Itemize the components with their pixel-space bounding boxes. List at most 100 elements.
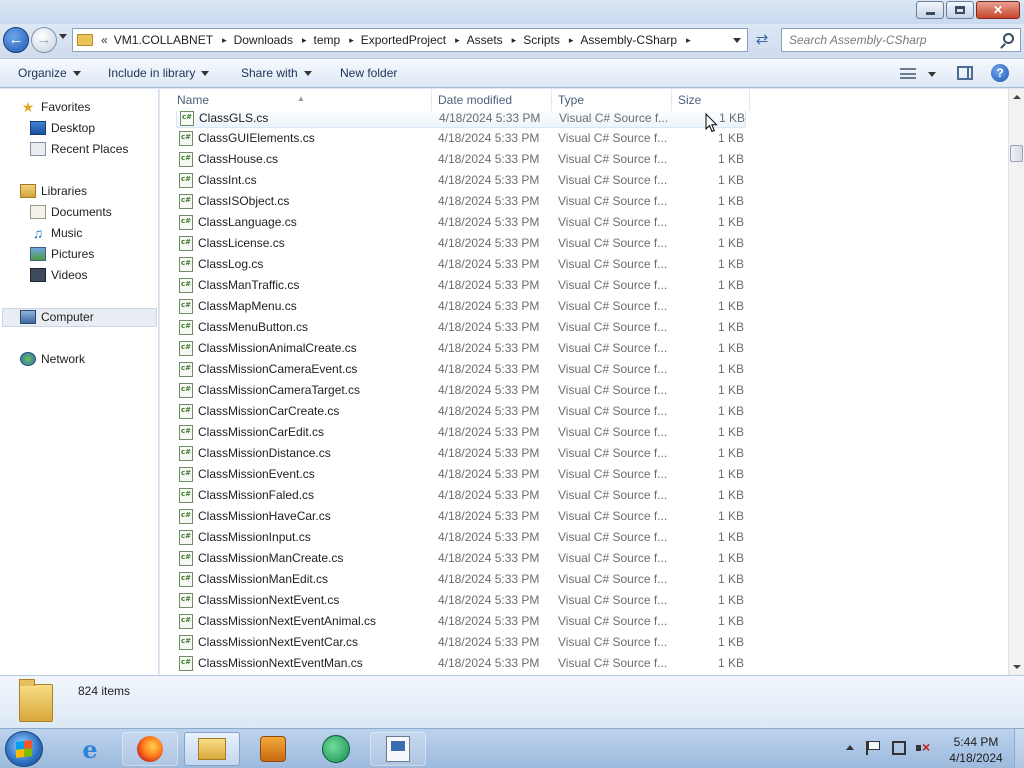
search-input[interactable] xyxy=(782,29,992,51)
nav-network[interactable]: Network xyxy=(20,350,85,368)
address-history-dropdown[interactable] xyxy=(733,38,741,43)
breadcrumb-separator-icon[interactable]: ▸ xyxy=(686,35,691,46)
column-header-name[interactable]: Name ▲ xyxy=(160,89,432,111)
file-date-modified: 4/18/2024 5:33 PM xyxy=(438,656,540,670)
breadcrumb-item[interactable]: VM1.COLLABNET ▸ xyxy=(114,33,234,47)
close-button[interactable]: ✕ xyxy=(976,1,1020,19)
file-row[interactable]: ClassManTraffic.cs 4/18/2024 5:33 PM Visua… xyxy=(176,275,746,296)
vertical-scrollbar[interactable] xyxy=(1008,89,1024,675)
file-row[interactable]: ClassMenuButton.cs 4/18/2024 5:33 PM Visua… xyxy=(176,317,746,338)
file-row[interactable]: ClassMissionHaveCar.cs 4/18/2024 5:33 PM V… xyxy=(176,506,746,527)
clock[interactable]: 5:44 PM 4/18/2024 xyxy=(940,734,1012,766)
file-row[interactable]: ClassMissionDistance.cs 4/18/2024 5:33 PM… xyxy=(176,443,746,464)
file-row[interactable]: ClassMissionNextEventCar.cs 4/18/2024 5:3… xyxy=(176,632,746,653)
nav-documents[interactable]: Documents xyxy=(30,203,112,221)
breadcrumb-separator-icon[interactable]: ▸ xyxy=(455,35,460,46)
nav-computer[interactable]: Computer xyxy=(20,308,94,326)
minimize-button[interactable] xyxy=(916,1,944,19)
organize-button[interactable]: Organize xyxy=(8,58,91,88)
address-bar[interactable]: « VM1.COLLABNET ▸ Downloads ▸ temp ▸ ExportedP… xyxy=(72,28,748,52)
file-size: 1 KB xyxy=(717,530,744,544)
breadcrumb-separator-icon[interactable]: ▸ xyxy=(569,35,574,46)
file-row[interactable]: ClassMissionCarCreate.cs 4/18/2024 5:33 P… xyxy=(176,401,746,422)
preview-pane-icon[interactable] xyxy=(957,66,973,80)
file-row[interactable]: ClassMissionEvent.cs 4/18/2024 5:33 PM Vis… xyxy=(176,464,746,485)
breadcrumb-separator-icon[interactable]: ▸ xyxy=(349,35,354,46)
taskbar-green-app[interactable] xyxy=(308,732,364,766)
file-size: 1 KB xyxy=(717,152,744,166)
scroll-up-icon[interactable] xyxy=(1013,95,1021,99)
file-row[interactable]: ClassMissionManCreate.cs 4/18/2024 5:33 P… xyxy=(176,548,746,569)
nav-videos[interactable]: Videos xyxy=(30,266,87,284)
taskbar-windows-explorer[interactable] xyxy=(184,732,240,766)
forward-button[interactable]: → xyxy=(31,27,57,53)
start-button[interactable] xyxy=(5,731,43,767)
file-row[interactable]: ClassMissionInput.cs 4/18/2024 5:33 PM Vis… xyxy=(176,527,746,548)
scroll-down-icon[interactable] xyxy=(1013,665,1021,669)
breadcrumb-item[interactable]: ExportedProject ▸ xyxy=(361,33,467,47)
show-hidden-icons-icon[interactable] xyxy=(846,745,854,750)
back-button[interactable]: ← xyxy=(3,27,29,53)
action-center-flag-icon[interactable] xyxy=(866,741,880,755)
nav-music[interactable]: ♫ Music xyxy=(30,224,83,242)
breadcrumb-separator-icon[interactable]: ▸ xyxy=(302,35,307,46)
recent-pages-dropdown[interactable] xyxy=(59,34,67,39)
address-overflow-chevron[interactable]: « xyxy=(101,33,108,47)
scrollbar-thumb[interactable] xyxy=(1010,145,1023,162)
file-date-modified: 4/18/2024 5:33 PM xyxy=(438,404,540,418)
column-header-size[interactable]: Size xyxy=(672,89,750,111)
file-row[interactable]: ClassISObject.cs 4/18/2024 5:33 PM Visual … xyxy=(176,191,746,212)
file-row[interactable]: ClassLog.cs 4/18/2024 5:33 PM Visual C# So… xyxy=(176,254,746,275)
file-row[interactable]: ClassLicense.cs 4/18/2024 5:33 PM Visual C… xyxy=(176,233,746,254)
breadcrumb-item[interactable]: Downloads ▸ xyxy=(234,33,314,47)
change-view-icon[interactable] xyxy=(900,68,916,79)
search-icon[interactable] xyxy=(1003,33,1014,44)
breadcrumb-separator-icon[interactable]: ▸ xyxy=(512,35,517,46)
file-row[interactable]: ClassMissionManEdit.cs 4/18/2024 5:33 PM V… xyxy=(176,569,746,590)
help-icon[interactable]: ? xyxy=(991,64,1009,82)
file-row[interactable]: ClassHouse.cs 4/18/2024 5:33 PM Visual C# … xyxy=(176,149,746,170)
nav-label: Favorites xyxy=(41,100,91,114)
file-row[interactable]: ClassLanguage.cs 4/18/2024 5:33 PM Visual … xyxy=(176,212,746,233)
taskbar-firefox[interactable] xyxy=(122,732,178,766)
nav-desktop[interactable]: Desktop xyxy=(30,119,95,137)
search-box[interactable] xyxy=(781,28,1021,52)
breadcrumb-item[interactable]: Scripts ▸ xyxy=(523,33,580,47)
nav-favorites[interactable]: ★ Favorites xyxy=(20,98,91,116)
file-row[interactable]: ClassMissionNextEventAnimal.cs 4/18/2024 … xyxy=(176,611,746,632)
file-row[interactable]: ClassMissionNextEvent.cs 4/18/2024 5:33 P… xyxy=(176,590,746,611)
breadcrumb-item[interactable]: temp ▸ xyxy=(314,33,361,47)
file-type: Visual C# Source f... xyxy=(558,425,668,439)
new-folder-button[interactable]: New folder xyxy=(330,58,407,88)
nav-pictures[interactable]: Pictures xyxy=(30,245,94,263)
share-with-button[interactable]: Share with xyxy=(231,58,322,88)
breadcrumb-label: ExportedProject xyxy=(360,33,447,47)
volume-muted-icon[interactable] xyxy=(916,739,930,755)
nav-recent-places[interactable]: Recent Places xyxy=(30,140,128,158)
file-row[interactable]: ClassMissionCameraTarget.cs 4/18/2024 5:3… xyxy=(176,380,746,401)
nav-libraries[interactable]: Libraries xyxy=(20,182,87,200)
show-desktop-button[interactable] xyxy=(1014,729,1024,768)
network-status-icon[interactable] xyxy=(892,741,906,755)
file-row[interactable]: ClassMissionCarEdit.cs 4/18/2024 5:33 PM V… xyxy=(176,422,746,443)
breadcrumb-separator-icon[interactable]: ▸ xyxy=(222,35,227,46)
column-header-date[interactable]: Date modified xyxy=(432,89,552,111)
taskbar-media-player[interactable] xyxy=(245,732,301,766)
file-row[interactable]: ClassMissionNextEventMan.cs 4/18/2024 5:3… xyxy=(176,653,746,674)
file-row[interactable]: ClassGUIElements.cs 4/18/2024 5:33 PM Visu… xyxy=(176,128,746,149)
file-row[interactable]: ClassMissionAnimalCreate.cs 4/18/2024 5:3… xyxy=(176,338,746,359)
breadcrumb-item[interactable]: Assets ▸ xyxy=(467,33,524,47)
include-in-library-button[interactable]: Include in library xyxy=(98,58,219,88)
maximize-button[interactable] xyxy=(946,1,974,19)
csharp-file-icon xyxy=(179,194,193,209)
view-options-dropdown[interactable] xyxy=(928,72,936,77)
file-row[interactable]: ClassInt.cs 4/18/2024 5:33 PM Visual C# So… xyxy=(176,170,746,191)
taskbar-internet-explorer[interactable]: e xyxy=(62,732,118,766)
file-row[interactable]: ClassMapMenu.cs 4/18/2024 5:33 PM Visual C… xyxy=(176,296,746,317)
column-header-type[interactable]: Type xyxy=(552,89,672,111)
file-row[interactable]: ClassMissionCameraEvent.cs 4/18/2024 5:33… xyxy=(176,359,746,380)
file-row[interactable]: ClassMissionFaled.cs 4/18/2024 5:33 PM Vis… xyxy=(176,485,746,506)
breadcrumb-item[interactable]: Assembly-CSharp ▸ xyxy=(580,33,697,47)
taskbar-document-app[interactable] xyxy=(370,732,426,766)
refresh-button[interactable]: ⇄ xyxy=(752,30,772,50)
